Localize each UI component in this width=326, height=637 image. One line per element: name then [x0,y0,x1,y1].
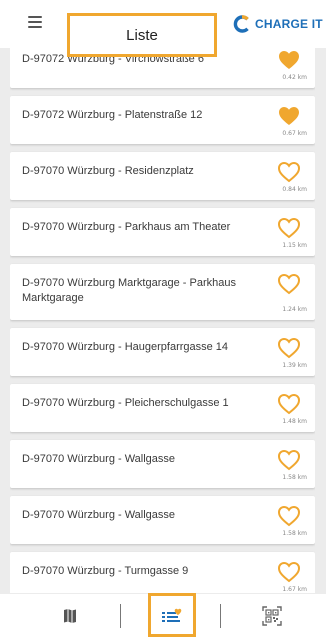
station-distance: 1.24 km [282,306,307,313]
station-distance: 0.42 km [282,74,307,81]
page-title: Liste [126,26,158,44]
station-card[interactable]: D-97070 Würzburg - Residenzplatz 0.84 km [10,152,315,200]
station-name: D-97070 Würzburg - Turmgasse 9 [22,565,189,577]
station-distance: 1.39 km [282,362,307,369]
heart-outline-icon[interactable] [277,505,301,527]
station-name: D-97070 Würzburg - Residenzplatz [22,165,194,177]
station-card[interactable]: D-97070 Würzburg Marktgarage - Parkhaus … [10,264,315,320]
station-distance: 1.67 km [282,586,307,593]
station-distance: 0.84 km [282,186,307,193]
heart-outline-icon[interactable] [277,217,301,239]
station-distance: 1.48 km [282,418,307,425]
heart-outline-icon[interactable] [277,273,301,295]
station-card[interactable]: D-97070 Würzburg - Parkhaus am Theater 1.… [10,208,315,256]
station-name: D-97070 Würzburg - Parkhaus am Theater [22,221,231,233]
heart-filled-icon[interactable] [277,105,301,127]
station-distance: 0.67 km [282,130,307,137]
nav-qr-button[interactable] [252,594,292,637]
active-tab-highlight [148,593,196,637]
heart-outline-icon[interactable] [277,449,301,471]
station-name: D-97070 Würzburg - Wallgasse [22,453,176,465]
page-title-box: Liste [67,13,217,57]
heart-outline-icon[interactable] [277,337,301,359]
brand-name: CHARGE IT [255,17,323,31]
heart-outline-icon[interactable] [277,161,301,183]
station-distance: 1.58 km [282,474,307,481]
nav-divider [120,604,121,628]
brand-logo: CHARGE IT [232,13,323,35]
station-card[interactable]: D-97070 Würzburg - Haugerpfarrgasse 14 1.… [10,328,315,376]
heart-filled-icon[interactable] [277,49,301,71]
charge-it-logo-icon [233,15,249,33]
station-card[interactable]: D-97070 Würzburg - Turmgasse 9 1.67 km [10,552,315,593]
station-card[interactable]: D-97070 Würzburg - Wallgasse 1.58 km [10,496,315,544]
station-name: D-97072 Würzburg - Platenstraße 12 [22,109,203,121]
station-card[interactable]: D-97072 Würzburg - Platenstraße 12 0.67 k… [10,96,315,144]
station-name: D-97070 Würzburg - Wallgasse [22,509,176,521]
station-distance: 1.58 km [282,530,307,537]
station-card[interactable]: D-97070 Würzburg - Wallgasse 1.58 km [10,440,315,488]
station-name: D-97070 Würzburg Marktgarage - Parkhaus … [22,277,236,304]
station-list[interactable]: D-97072 Würzburg - Virchowstraße 6 0.42 k… [10,48,315,593]
heart-outline-icon[interactable] [277,393,301,415]
heart-outline-icon[interactable] [277,561,301,583]
station-card[interactable]: D-97070 Würzburg - Pleicherschulgasse 1 1… [10,384,315,432]
station-name: D-97070 Würzburg - Pleicherschulgasse 1 [22,397,229,409]
qr-code-icon [262,605,282,626]
map-icon [64,608,76,623]
nav-map-button[interactable] [50,594,90,637]
station-name: D-97070 Würzburg - Haugerpfarrgasse 14 [22,341,229,353]
nav-divider [220,604,221,628]
hamburger-menu-icon[interactable] [28,16,42,28]
station-distance: 1.15 km [282,242,307,249]
